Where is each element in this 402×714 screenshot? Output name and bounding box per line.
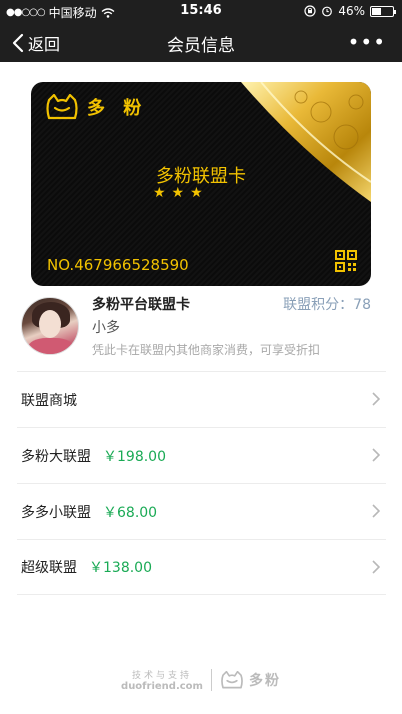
status-indicators: 46%: [304, 4, 396, 18]
alarm-icon: [322, 6, 333, 17]
list-item-price: ￥198.00: [103, 448, 166, 465]
status-bar: ●●○○○ 中国移动 15:46 46%: [0, 0, 402, 22]
member-card-name: 多粉平台联盟卡: [92, 297, 190, 313]
cat-logo-icon: [46, 94, 78, 120]
member-description: 凭此卡在联盟内其他商家消费，可享受折扣: [92, 343, 321, 357]
membership-card[interactable]: 多 粉 多粉联盟卡 ★★★ NO.467966528590: [31, 82, 371, 286]
cat-logo-icon: [221, 671, 243, 689]
footer-tech-support: 技术与支持: [131, 671, 192, 681]
card-logo: 多 粉: [45, 94, 147, 120]
card-brand: 多 粉: [87, 98, 148, 119]
chevron-right-icon: [372, 448, 380, 462]
more-button[interactable]: •••: [348, 30, 386, 54]
chevron-right-icon: [372, 392, 380, 406]
chevron-right-icon: [372, 560, 380, 574]
footer-brand: 多粉: [220, 670, 281, 690]
chevron-right-icon: [372, 504, 380, 518]
footer-domain: duofriend.com: [121, 681, 203, 692]
list-item-label: 联盟商城: [21, 392, 77, 409]
avatar[interactable]: [21, 297, 79, 355]
page-title: 会员信息: [167, 36, 235, 56]
list-item-label: 超级联盟: [21, 560, 77, 576]
battery-fill: [372, 7, 382, 15]
battery-icon: [370, 5, 396, 17]
list-item-duoduo-alliance[interactable]: 多多小联盟 ￥68.00: [17, 483, 386, 539]
list-item-super-alliance[interactable]: 超级联盟 ￥138.00: [17, 539, 386, 595]
list-item-alliance-mall[interactable]: 联盟商城: [17, 371, 386, 427]
member-username: 小多: [92, 320, 120, 336]
list-item-price: ￥68.00: [103, 504, 158, 521]
orientation-lock-icon: [304, 5, 316, 17]
list-item-price: ￥138.00: [89, 560, 152, 576]
list-item-label: 多粉大联盟: [21, 448, 91, 465]
member-points: 联盟积分：78: [283, 297, 371, 313]
footer: 技术与支持 duofriend.com 多粉: [0, 668, 402, 692]
list-item-duofen-alliance[interactable]: 多粉大联盟 ￥198.00: [17, 427, 386, 483]
footer-brand-name: 多粉: [248, 673, 281, 689]
alliance-list: 联盟商城 多粉大联盟 ￥198.00 多多小联盟 ￥68.00 超级联盟 ￥13…: [17, 371, 386, 595]
battery-percent: 46%: [338, 4, 365, 18]
qr-code-icon[interactable]: [335, 250, 357, 272]
list-item-label: 多多小联盟: [21, 504, 91, 521]
nav-bar: 返回 会员信息 •••: [0, 22, 402, 62]
card-stars: ★★★: [153, 185, 209, 201]
footer-divider: [210, 669, 212, 691]
card-number: NO.467966528590: [47, 256, 189, 274]
footer-credit: 技术与支持 duofriend.com: [121, 668, 203, 692]
